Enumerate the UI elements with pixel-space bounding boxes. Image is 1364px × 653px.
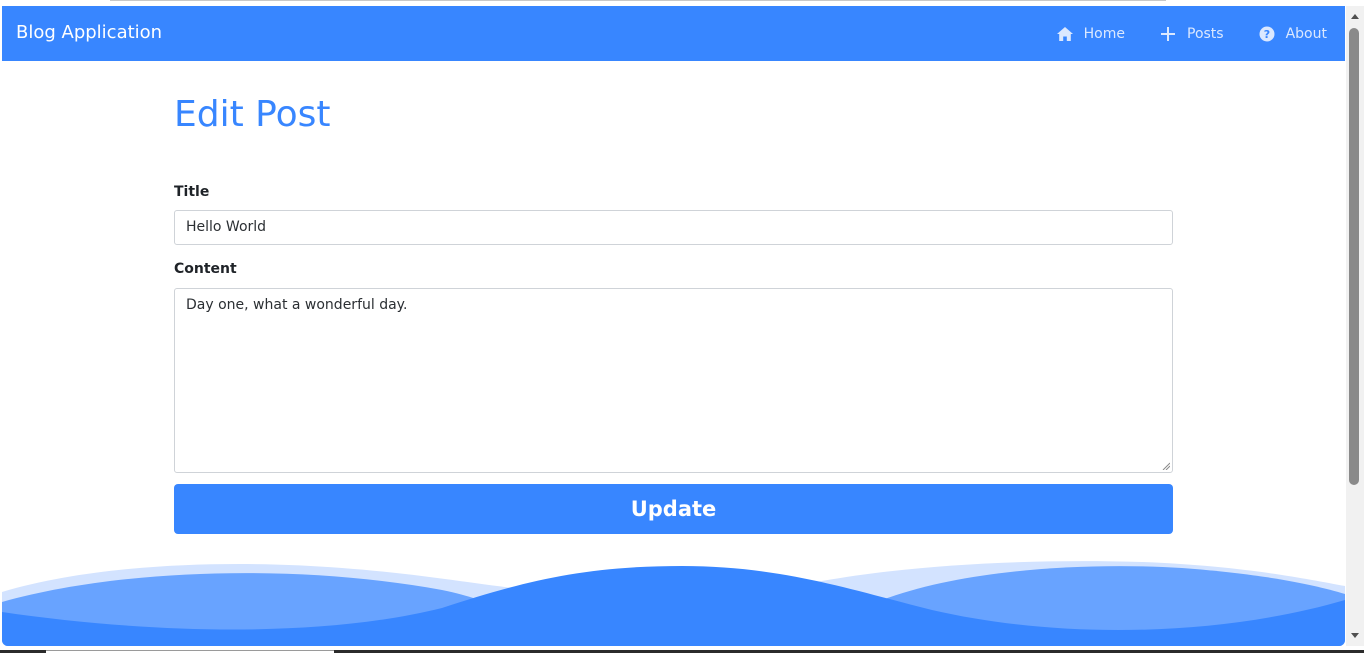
question-circle-icon: ? [1258, 25, 1276, 43]
browser-bottom-edge [0, 646, 1364, 653]
nav-link-about-label: About [1285, 25, 1327, 42]
title-label: Title [174, 184, 210, 200]
page-viewport: Blog Application Home Posts ? About Edit… [2, 6, 1345, 646]
scrollbar-thumb[interactable] [1349, 28, 1359, 485]
nav-link-home-label: Home [1083, 25, 1125, 42]
content-textarea[interactable]: Day one, what a wonderful day. [174, 288, 1173, 473]
nav-link-home[interactable]: Home [1056, 6, 1125, 61]
footer-waves [2, 561, 1345, 646]
brand-title[interactable]: Blog Application [16, 21, 162, 45]
scroll-down-arrow-icon[interactable] [1351, 633, 1359, 638]
nav-link-posts-label: Posts [1187, 25, 1224, 42]
svg-text:?: ? [1263, 28, 1269, 41]
resize-grip-icon[interactable] [1162, 462, 1170, 470]
scroll-up-arrow-icon[interactable] [1351, 14, 1359, 19]
nav-link-about[interactable]: ? About [1258, 6, 1327, 61]
navbar: Blog Application Home Posts ? About [2, 6, 1345, 61]
nav-links: Home Posts ? About [1056, 6, 1345, 61]
content-text: Day one, what a wonderful day. [186, 297, 408, 313]
plus-icon [1159, 25, 1177, 43]
nav-link-posts[interactable]: Posts [1159, 6, 1224, 61]
page-title: Edit Post [174, 94, 331, 135]
page-scrollbar[interactable] [1346, 6, 1364, 646]
title-input[interactable]: Hello World [174, 210, 1173, 245]
home-icon [1056, 25, 1074, 43]
content-label: Content [174, 261, 237, 277]
update-button[interactable]: Update [174, 484, 1173, 534]
